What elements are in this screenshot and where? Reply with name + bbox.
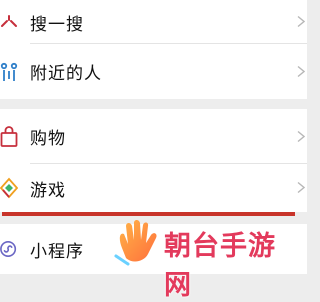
- menu-item-games[interactable]: 游戏: [0, 164, 307, 212]
- chevron-right-icon: [297, 179, 306, 198]
- people-icon: [0, 60, 18, 84]
- menu-item-search[interactable]: 搜一搜: [0, 0, 307, 44]
- mini-program-icon: [0, 237, 18, 261]
- chevron-right-icon: [297, 13, 306, 32]
- menu-group: 搜一搜 附近的人: [0, 0, 307, 99]
- menu-group: 购物 游戏: [0, 109, 307, 212]
- shopping-bag-icon: [0, 125, 18, 149]
- chevron-right-icon: [297, 127, 306, 146]
- menu-item-label: 游戏: [30, 180, 66, 201]
- chevron-right-icon: [297, 62, 306, 81]
- menu-item-label: 购物: [30, 129, 66, 149]
- section-gap: [0, 99, 307, 109]
- menu-item-nearby-people[interactable]: 附近的人: [0, 44, 307, 99]
- menu-item-label: 搜一搜: [30, 14, 84, 35]
- watermark-logo: 朝台手游网: [112, 218, 302, 301]
- menu-item-label: 小程序: [30, 241, 84, 262]
- game-diamond-icon: [0, 176, 18, 200]
- watermark-text: 朝台手游网: [164, 231, 276, 301]
- hand-logo-icon: [112, 218, 164, 270]
- menu-item-label: 附近的人: [30, 64, 102, 84]
- search-burst-icon: [0, 10, 18, 34]
- menu-item-shopping[interactable]: 购物: [0, 109, 307, 164]
